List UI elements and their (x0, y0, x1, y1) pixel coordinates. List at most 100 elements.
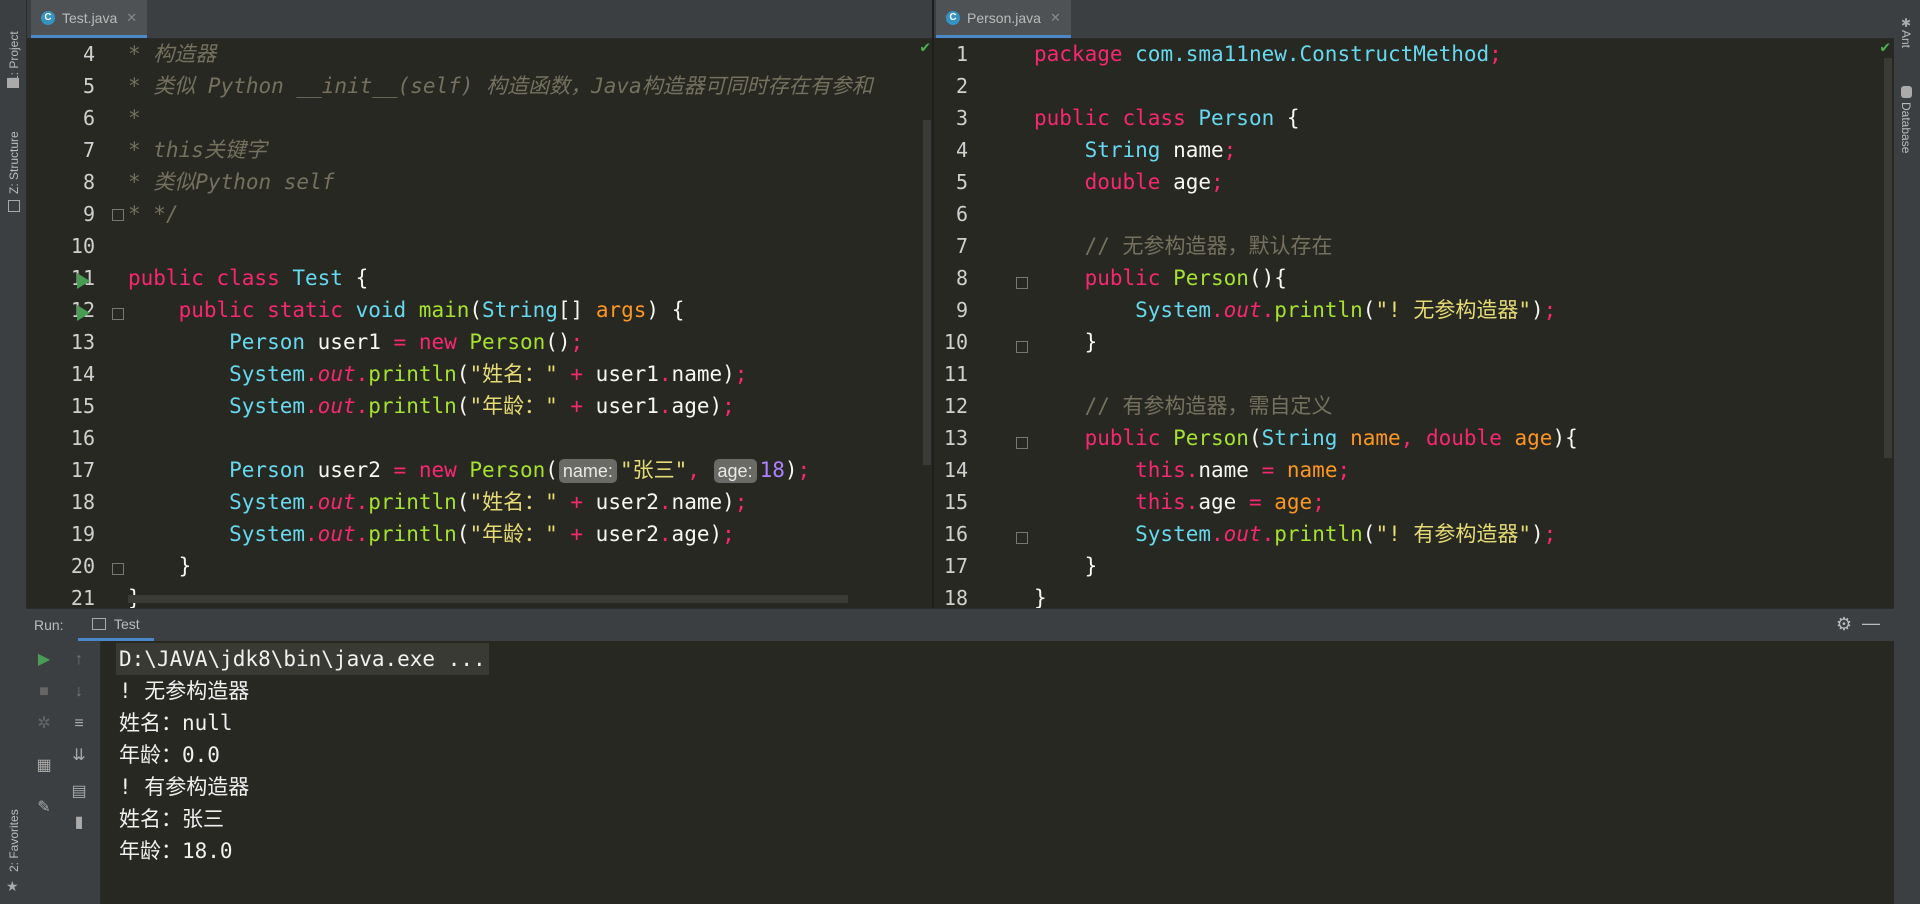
console-line: 年龄：0.0 (119, 743, 220, 767)
run-tab-test[interactable]: Test (78, 609, 154, 641)
console-line-command: D:\JAVA\jdk8\bin\java.exe ... (116, 643, 489, 675)
favorites-tab-label: 2: Favorites (7, 809, 21, 872)
down-arrow-icon[interactable]: ↓ (69, 682, 89, 702)
param-hint-age: age: (713, 459, 757, 483)
code-line: * */ (128, 198, 179, 230)
line-number: 8 (955, 266, 968, 290)
run-main-icon[interactable] (77, 305, 90, 321)
line-number: 19 (70, 522, 95, 546)
comment: * */ (128, 202, 179, 226)
pin-icon[interactable]: ✎ (34, 798, 54, 818)
line-number: 6 (82, 106, 95, 130)
code-line: Person user1 = new Person(); (128, 330, 584, 354)
stop-icon[interactable]: ■ (34, 682, 54, 702)
folder-icon (7, 78, 19, 88)
structure-tool-tab[interactable]: Z: Structure (0, 118, 26, 208)
tab-test-java[interactable]: C Test.java ✕ (31, 0, 148, 38)
line-number: 7 (955, 234, 968, 258)
right-editor-pane: C Person.java ✕ ✔ 1 2 3 4 5 6 7 8 9 10 1… (934, 0, 1894, 608)
fold-marker-icon[interactable] (112, 308, 124, 320)
structure-icon (8, 200, 20, 212)
right-tool-strip: ✱ Ant Database (1893, 0, 1920, 904)
left-tool-strip: 1: Project Z: Structure 2: Favorites ★ (0, 0, 27, 904)
class-icon: C (41, 10, 55, 25)
fold-marker-icon[interactable] (112, 563, 124, 575)
print-icon[interactable]: ▤ (69, 782, 89, 802)
project-tab-label: 1: Project (7, 31, 21, 82)
minimize-icon[interactable]: — (1862, 613, 1880, 634)
soft-wrap-icon[interactable]: ≡ (69, 714, 89, 734)
ant-tool-tab[interactable]: Ant (1894, 30, 1920, 70)
fold-marker-icon[interactable] (1016, 437, 1028, 449)
vertical-scrollbar[interactable] (923, 120, 931, 465)
structure-tab-label: Z: Structure (7, 131, 21, 194)
fold-marker-icon[interactable] (1016, 532, 1028, 544)
code-line: } (1034, 586, 1047, 608)
run-class-icon[interactable] (77, 273, 90, 289)
run-label: Run: (34, 617, 64, 633)
left-code-area[interactable]: * 构造器 * 类似 Python __init__(self) 构造函数，Ja… (128, 38, 932, 608)
string-literal: "年龄：" (469, 522, 558, 546)
line-number: 10 (70, 234, 95, 258)
line-number: 14 (943, 458, 968, 482)
database-tab-label: Database (1899, 102, 1913, 154)
code-line: * (128, 102, 141, 134)
fold-marker-icon[interactable] (1016, 341, 1028, 353)
string-literal: "年龄：" (469, 394, 558, 418)
code-line: public Person(){ (1034, 266, 1287, 290)
run-panel-header: Run: Test ⚙ — (26, 608, 1894, 642)
line-number: 15 (943, 490, 968, 514)
horizontal-scrollbar[interactable] (128, 595, 848, 603)
database-icon (1901, 86, 1912, 98)
vertical-scrollbar[interactable] (1884, 58, 1892, 458)
gear-icon[interactable]: ⚙ (1836, 614, 1852, 635)
layout-icon[interactable]: ▦ (34, 756, 54, 776)
right-code-area[interactable]: package com.sma11new.ConstructMethod; pu… (1034, 38, 1894, 608)
line-number: 21 (70, 586, 95, 608)
line-number: 6 (955, 202, 968, 226)
console-line: ! 无参构造器 (119, 679, 250, 703)
rerun-icon[interactable]: ▶ (34, 650, 54, 670)
code-line: Person user2 = new Person(name: "张三", age… (128, 458, 811, 483)
string-literal: "姓名：" (469, 362, 558, 386)
code-line: System.out.println("! 无参构造器"); (1034, 298, 1557, 322)
ant-tab-label: Ant (1899, 30, 1913, 49)
line-number-gutter: 1 2 3 4 5 6 7 8 9 10 11 12 13 14 15 16 1… (934, 38, 968, 608)
favorites-tool-tab[interactable]: 2: Favorites (0, 800, 26, 880)
left-editor-tabbar: C Test.java ✕ (27, 0, 932, 39)
code-line: System.out.println("! 有参构造器"); (1034, 522, 1557, 546)
code-line: * 类似Python self (128, 166, 334, 198)
debug-icon[interactable]: ✲ (34, 714, 54, 734)
line-number: 16 (943, 522, 968, 546)
code-line: public static void main(String[] args) { (128, 298, 685, 322)
database-tool-tab[interactable]: Database (1894, 102, 1920, 172)
fold-marker-icon[interactable] (1016, 277, 1028, 289)
scroll-to-end-icon[interactable]: ⇊ (69, 746, 89, 766)
comment: * 类似Python self (128, 170, 335, 194)
code-line: * this关键字 (128, 134, 267, 166)
comment: * this关键字 (128, 138, 267, 162)
trash-icon[interactable]: ▮ (69, 813, 89, 833)
line-number: 9 (82, 202, 95, 226)
comment: // 有参构造器，需自定义 (1084, 394, 1333, 418)
line-number: 5 (955, 170, 968, 194)
tab-person-java[interactable]: C Person.java ✕ (936, 0, 1071, 38)
fold-marker-icon[interactable] (112, 209, 124, 221)
line-number: 3 (955, 106, 968, 130)
string-literal: "! 有参构造器" (1375, 522, 1532, 546)
line-number: 12 (943, 394, 968, 418)
close-icon[interactable]: ✕ (126, 10, 137, 26)
tab-label: Test.java (62, 9, 118, 26)
up-arrow-icon[interactable]: ↑ (69, 650, 89, 670)
code-line: this.age = age; (1034, 490, 1325, 514)
line-number-gutter: 4 5 6 7 8 9 10 11 12 13 14 15 16 17 18 1… (27, 38, 95, 608)
comment: * (128, 106, 141, 130)
code-line: } (1034, 554, 1098, 578)
line-number: 18 (943, 586, 968, 608)
close-icon[interactable]: ✕ (1050, 10, 1061, 26)
line-number: 1 (955, 42, 968, 66)
console-output[interactable]: D:\JAVA\jdk8\bin\java.exe ... ! 无参构造器 姓名… (101, 641, 1894, 904)
code-line: double age; (1034, 170, 1224, 194)
line-number: 15 (70, 394, 95, 418)
comment: // 无参构造器，默认存在 (1084, 234, 1333, 258)
